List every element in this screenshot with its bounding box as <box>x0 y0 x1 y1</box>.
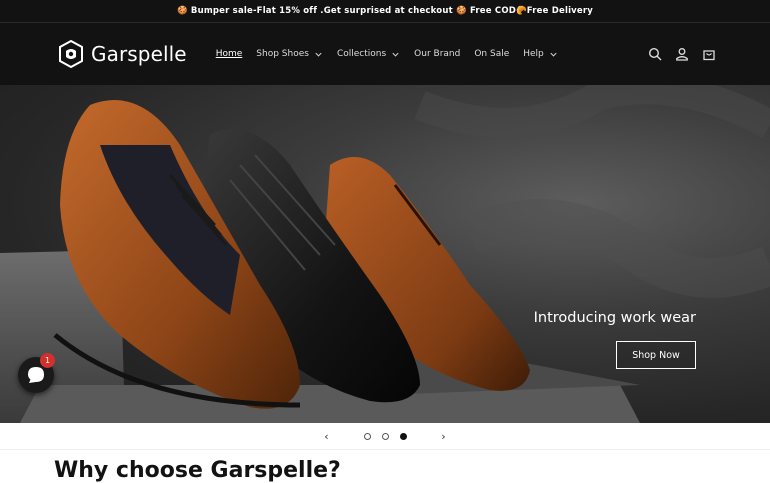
brand-logo[interactable]: Garspelle <box>58 40 187 68</box>
nav-help-label: Help <box>523 49 544 59</box>
announcement-bar: 🍪 Bumper sale-Flat 15% off .Get surprise… <box>0 0 770 22</box>
nav-collections[interactable]: Collections <box>330 43 407 65</box>
nav-home[interactable]: Home <box>209 43 250 65</box>
logo-icon <box>59 40 83 68</box>
account-button[interactable] <box>674 47 689 62</box>
nav-our-brand-label: Our Brand <box>414 49 461 59</box>
site-header: Garspelle Home Shop Shoes Collections Ou… <box>0 23 770 85</box>
slide-dot[interactable] <box>363 432 371 440</box>
section-title: Why choose Garspelle? <box>54 458 341 483</box>
chat-bubble-icon <box>28 367 44 383</box>
nav-our-brand[interactable]: Our Brand <box>407 43 467 65</box>
brand-name: Garspelle <box>91 42 187 66</box>
hero-shoes-image <box>0 85 770 423</box>
nav-shop-shoes[interactable]: Shop Shoes <box>249 43 330 65</box>
nav-on-sale-label: On Sale <box>474 49 510 59</box>
header-icons <box>647 47 716 62</box>
slide-dots <box>363 432 407 440</box>
nav-collections-label: Collections <box>336 49 387 59</box>
nav-home-label: Home <box>215 49 243 59</box>
chevron-down-icon <box>392 52 399 57</box>
slideshow-controls: ‹ › <box>0 423 770 450</box>
user-icon <box>675 48 688 61</box>
cart-button[interactable] <box>701 47 716 62</box>
hero-banner: Introducing work wear Shop Now 1 <box>0 85 770 423</box>
announcement-text: 🍪 Bumper sale-Flat 15% off .Get surprise… <box>176 6 594 16</box>
hero-title: Introducing work wear <box>533 310 696 326</box>
chevron-down-icon <box>550 52 557 57</box>
slide-dot[interactable] <box>381 432 389 440</box>
slide-next-button[interactable]: › <box>435 430 453 443</box>
nav-help[interactable]: Help <box>516 43 565 65</box>
nav-on-sale[interactable]: On Sale <box>467 43 516 65</box>
slide-dot-active[interactable] <box>399 432 407 440</box>
nav-shop-shoes-label: Shop Shoes <box>256 49 309 59</box>
slide-prev-button[interactable]: ‹ <box>318 430 336 443</box>
main-nav: Home Shop Shoes Collections Our Brand On… <box>209 43 565 65</box>
cart-icon <box>702 50 715 61</box>
chevron-down-icon <box>315 52 322 57</box>
chat-notification-badge: 1 <box>40 353 55 368</box>
search-icon <box>648 47 661 61</box>
shop-now-button[interactable]: Shop Now <box>616 341 696 369</box>
search-button[interactable] <box>647 47 662 62</box>
